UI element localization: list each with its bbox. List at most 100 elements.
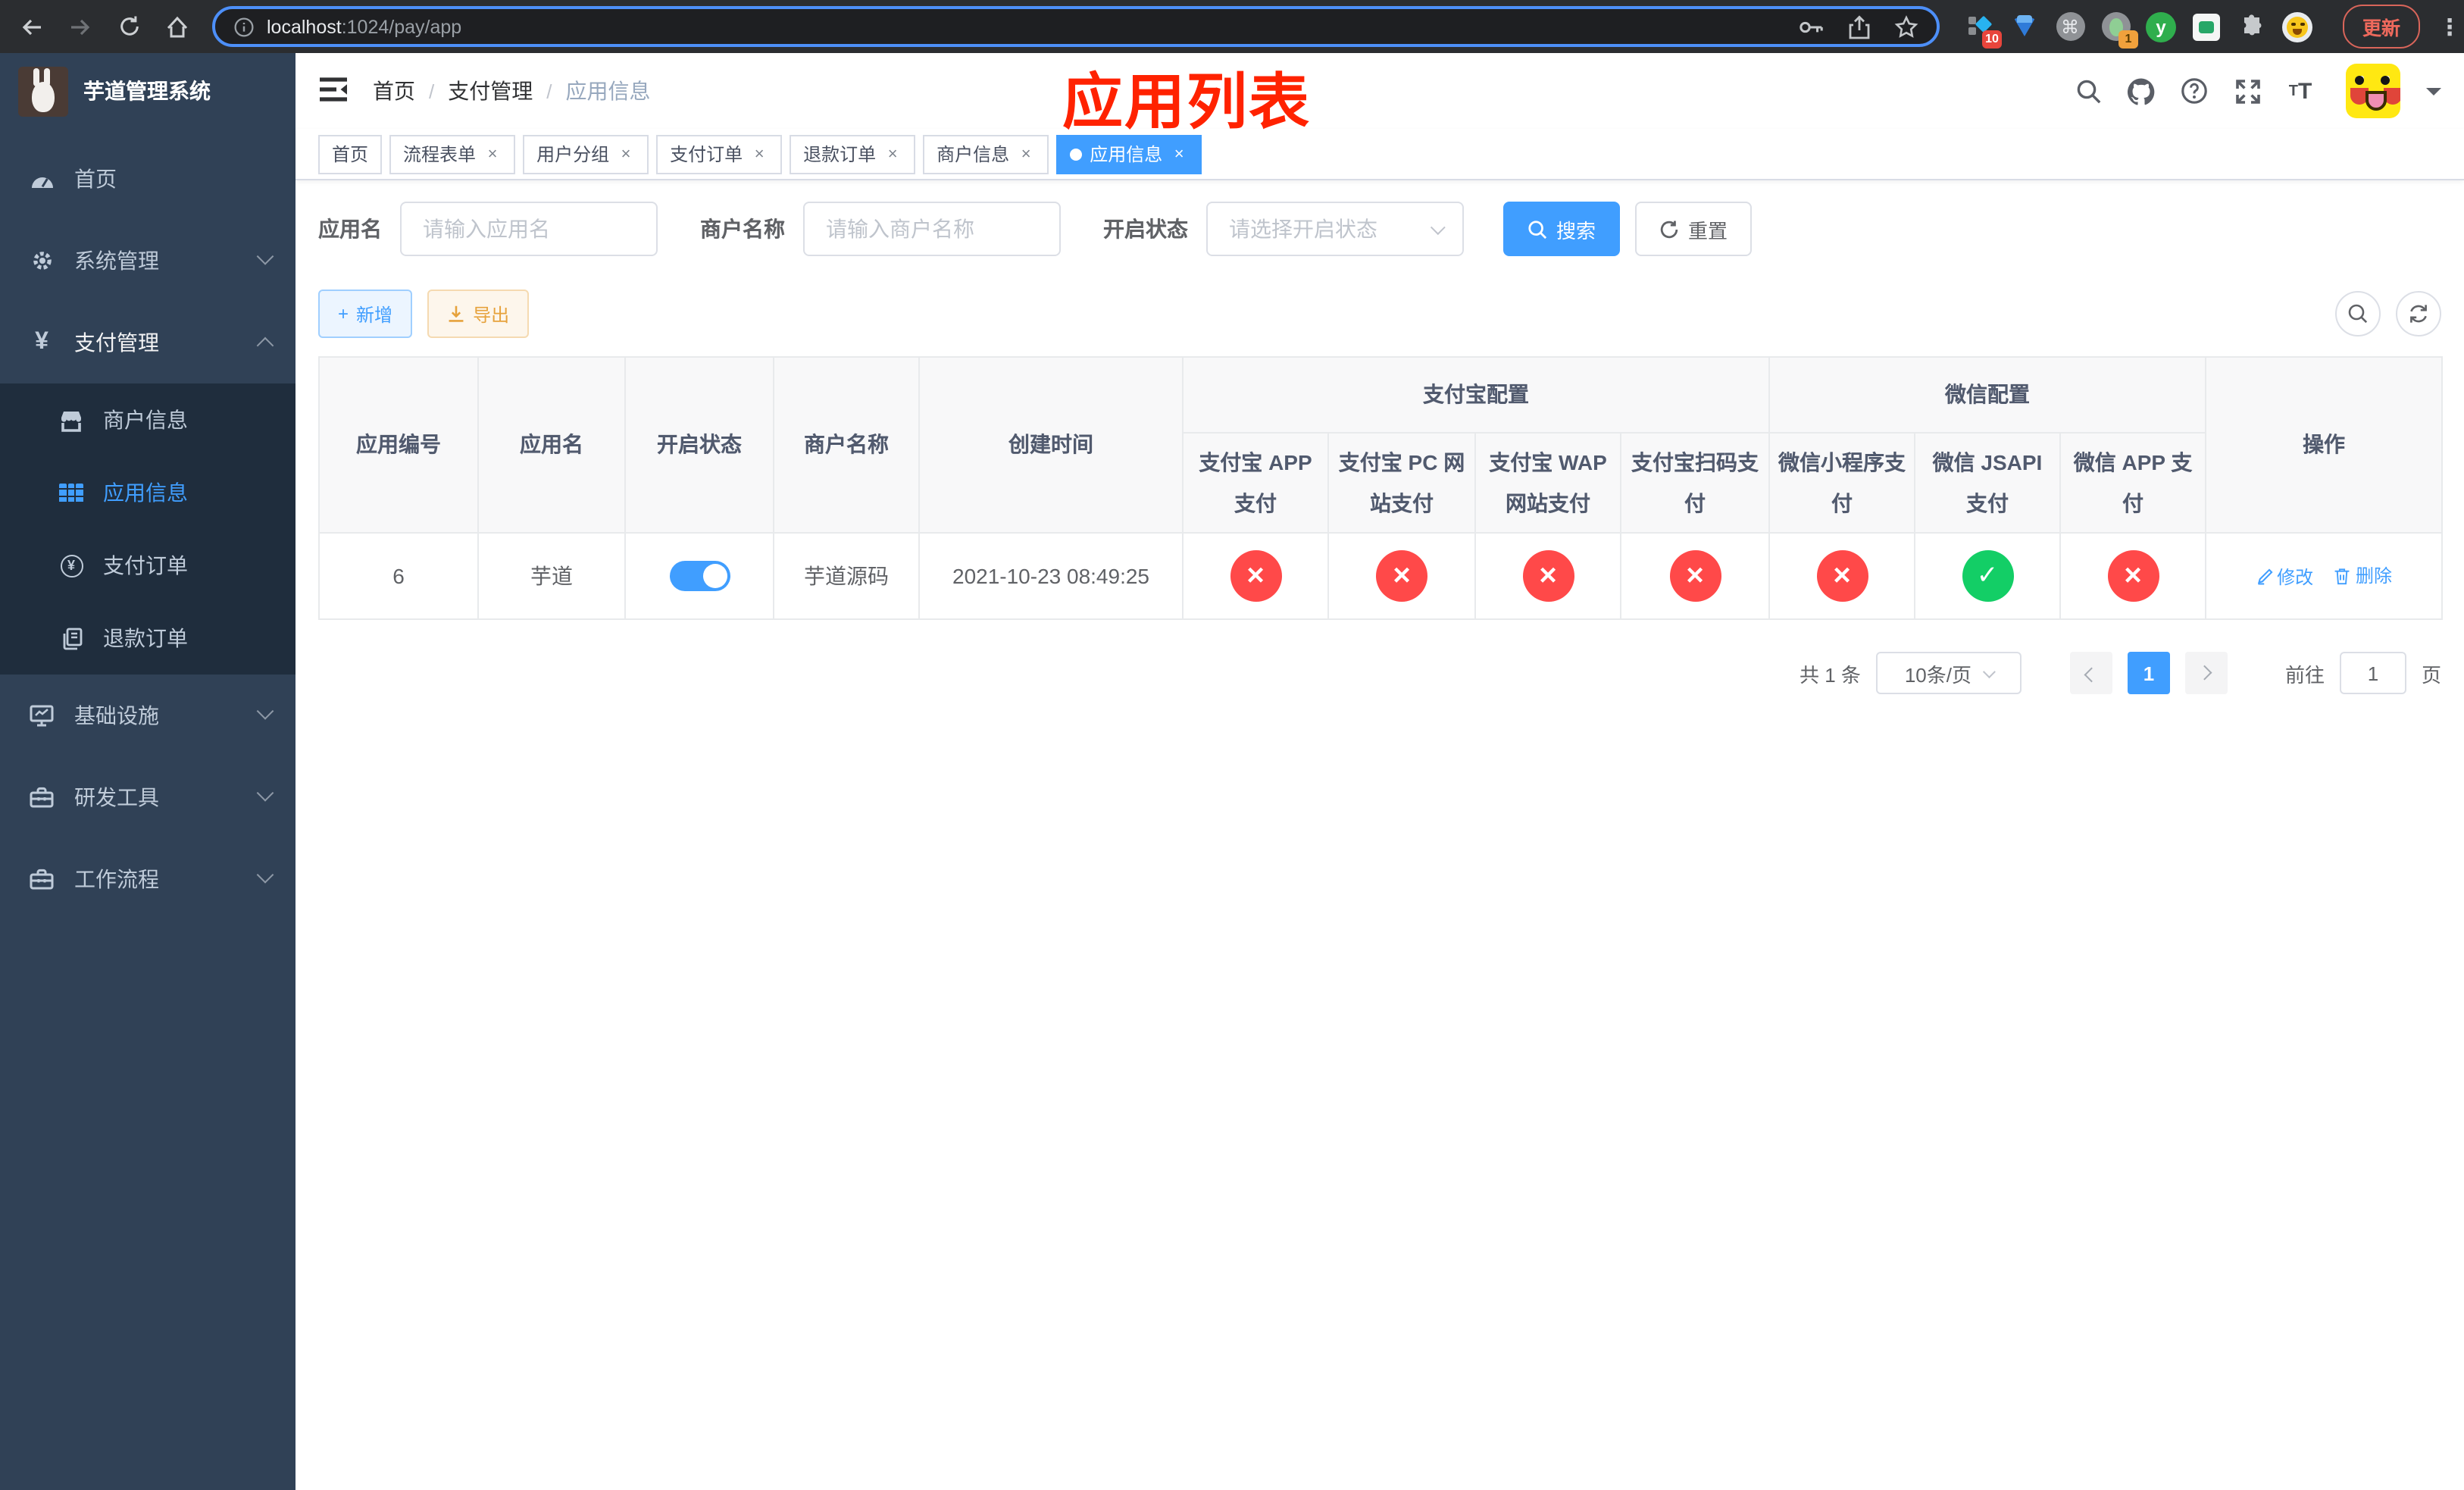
chevron-down-icon [256, 703, 274, 720]
tab-pay-orders[interactable]: 支付订单 × [656, 134, 783, 174]
font-size-icon[interactable]: TT [2287, 77, 2314, 105]
sidebar-item-refund-orders[interactable]: 退款订单 [0, 602, 295, 675]
extension-y-icon[interactable]: y [2146, 11, 2176, 42]
extension-gem-icon[interactable] [2009, 11, 2040, 42]
goto-page-input[interactable] [2339, 652, 2406, 695]
topbar: 首页 / 支付管理 / 应用信息 T T [295, 53, 2464, 129]
cell-app-id: 6 [318, 532, 479, 621]
close-icon[interactable]: × [617, 145, 635, 163]
extension-oval-icon[interactable]: 1 [2100, 11, 2138, 48]
tags-view-bar: 首页 流程表单 × 用户分组 × 支付订单 × 退款订单 × 商户信息 × 应用信息 × [295, 129, 2464, 180]
sidebar-collapse-icon[interactable] [318, 76, 349, 106]
col-alipay-qr: 支付宝扫码支付 [1620, 431, 1770, 534]
app-name-input[interactable] [400, 202, 658, 256]
github-icon[interactable] [2128, 77, 2155, 105]
app-logo [18, 66, 68, 116]
tab-merchant-info[interactable]: 商户信息 × [923, 134, 1049, 174]
help-icon[interactable] [2181, 77, 2208, 105]
col-wx-app: 微信 APP 支付 [2059, 431, 2207, 534]
delete-button[interactable]: 删除 [2334, 563, 2392, 589]
filter-form: 应用名 商户名称 开启状态 请选择开启状态 搜索 [318, 202, 2441, 256]
password-key-icon[interactable] [1799, 17, 1825, 36]
prev-page-button[interactable] [2069, 652, 2112, 695]
tab-process-form[interactable]: 流程表单 × [389, 134, 516, 174]
sidebar-item-pay-orders[interactable]: ¥ 支付订单 [0, 529, 295, 602]
sidebar-item-devtools[interactable]: 研发工具 [0, 756, 295, 838]
cell-merchant: 芋道源码 [773, 532, 920, 621]
close-icon[interactable]: × [883, 145, 902, 163]
alipay-qr-status-icon: × [1669, 550, 1721, 603]
page-size-select[interactable]: 10条/页 [1875, 652, 2022, 695]
document-icon [59, 627, 83, 650]
app-table: 应用编号 应用名 开启状态 商户名称 创建时间 支付宝配置 微信配置 操作 支付… [318, 355, 2444, 621]
back-icon[interactable] [12, 7, 52, 46]
reset-button[interactable]: 重置 [1635, 202, 1753, 256]
sidebar-item-app-info[interactable]: 应用信息 [0, 456, 295, 529]
extensions-puzzle-icon[interactable] [2237, 11, 2267, 42]
download-icon [449, 305, 464, 322]
url-text: localhost:1024/pay/app [267, 16, 462, 37]
show-search-button[interactable] [2335, 291, 2381, 337]
col-app-name: 应用名 [477, 355, 626, 534]
merchant-name-label: 商户名称 [700, 217, 785, 241]
home-icon[interactable] [158, 7, 197, 46]
store-icon [59, 408, 83, 431]
extension-command-icon[interactable]: ⌘ [2055, 11, 2085, 42]
sidebar-item-infra[interactable]: 基础设施 [0, 675, 295, 756]
header-search-icon[interactable] [2075, 77, 2102, 105]
close-icon[interactable]: × [1170, 145, 1188, 163]
close-icon[interactable]: × [750, 145, 768, 163]
table-row: 6 芋道 芋道源码 2021-10-23 08:49:25 × × × × × … [318, 532, 2444, 621]
chevron-down-icon [256, 866, 274, 884]
tab-refund-orders[interactable]: 退款订单 × [790, 134, 916, 174]
refresh-icon [1660, 220, 1678, 238]
export-button[interactable]: 导出 [427, 290, 530, 338]
chevron-up-icon [256, 337, 274, 355]
col-app-id: 应用编号 [318, 355, 479, 534]
close-icon[interactable]: × [1017, 145, 1035, 163]
reload-icon[interactable] [109, 7, 149, 46]
refresh-icon [2410, 305, 2427, 323]
browser-menu-icon[interactable]: ⋮ [2438, 13, 2461, 40]
extension-emoji-icon[interactable] [2282, 11, 2312, 42]
chevron-down-icon [256, 784, 274, 802]
close-icon[interactable]: × [483, 145, 502, 163]
sidebar-item-payment[interactable]: ¥ 支付管理 [0, 302, 295, 383]
sidebar-item-home[interactable]: 首页 [0, 138, 295, 220]
status-select[interactable]: 请选择开启状态 [1206, 202, 1464, 256]
sidebar-item-system[interactable]: 系统管理 [0, 220, 295, 302]
share-icon[interactable] [1849, 14, 1870, 39]
avatar-caret-icon[interactable] [2426, 87, 2441, 102]
url-bar[interactable]: localhost:1024/pay/app [212, 6, 1940, 47]
app-logo-row[interactable]: 芋道管理系统 [0, 53, 295, 129]
next-page-button[interactable] [2184, 652, 2228, 695]
breadcrumb-home[interactable]: 首页 [373, 76, 415, 106]
app-title: 芋道管理系统 [83, 79, 211, 103]
wx-app-status-icon: × [2107, 550, 2159, 603]
merchant-name-input[interactable] [803, 202, 1061, 256]
extension-blocks-icon[interactable]: 10 [1964, 11, 2002, 48]
forward-icon[interactable] [61, 7, 100, 46]
refresh-table-button[interactable] [2396, 291, 2441, 337]
col-status: 开启状态 [624, 355, 774, 534]
fullscreen-icon[interactable] [2234, 77, 2261, 105]
avatar[interactable] [2346, 64, 2400, 118]
extensions-area: 10 ⌘ 1 y [1964, 11, 2312, 48]
bookmark-star-icon[interactable] [1894, 14, 1918, 39]
sidebar-item-workflow[interactable]: 工作流程 [0, 838, 295, 920]
search-button[interactable]: 搜索 [1503, 202, 1621, 256]
col-alipay-app: 支付宝 APP 支付 [1182, 431, 1329, 534]
tab-user-group[interactable]: 用户分组 × [523, 134, 649, 174]
edit-button[interactable]: 修改 [2256, 564, 2313, 590]
tab-home[interactable]: 首页 [318, 134, 383, 174]
sidebar-item-merchant-info[interactable]: 商户信息 [0, 383, 295, 456]
extension-chat-icon[interactable] [2191, 11, 2222, 42]
current-page-button[interactable]: 1 [2127, 652, 2170, 695]
add-button[interactable]: + 新增 [318, 290, 413, 338]
page-info-icon[interactable] [233, 16, 255, 37]
breadcrumb-payment[interactable]: 支付管理 [448, 76, 533, 106]
browser-update-button[interactable]: 更新 [2343, 5, 2421, 49]
trash-icon [2335, 568, 2350, 585]
chevron-down-icon [1430, 219, 1446, 235]
enabled-toggle[interactable] [669, 561, 730, 592]
